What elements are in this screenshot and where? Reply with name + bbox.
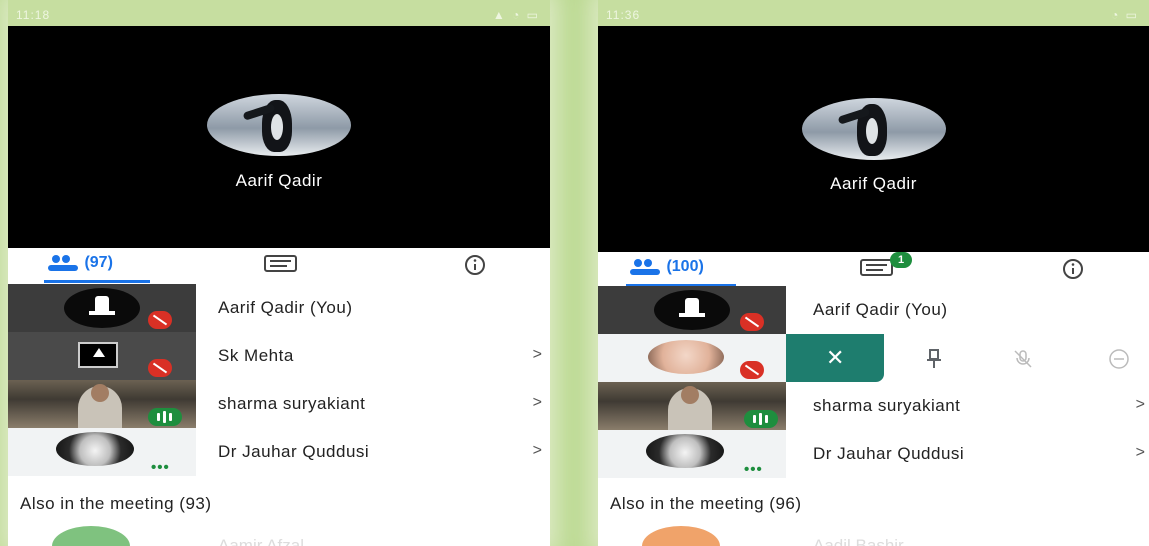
tab-indicator	[44, 280, 150, 283]
participant-tile	[8, 284, 196, 332]
participant-name: sharma suryakiant	[218, 394, 366, 413]
main-avatar	[207, 94, 351, 156]
participant-tile	[8, 332, 196, 380]
speaking-icon	[148, 408, 182, 426]
participant-name: Aarif Qadir (You)	[813, 300, 948, 319]
mic-off-icon	[148, 359, 172, 377]
pin-participant-button[interactable]	[924, 348, 944, 375]
participant-tile: •••	[598, 430, 786, 478]
mute-participant-button[interactable]	[1012, 348, 1034, 375]
participants-count: (100)	[666, 258, 704, 276]
pin-icon	[654, 290, 730, 330]
info-icon	[1063, 259, 1083, 279]
close-actions-button[interactable]: ✕	[786, 334, 884, 382]
speaking-icon	[744, 410, 778, 428]
avatar	[646, 434, 724, 468]
participants-count: (97)	[84, 254, 113, 272]
status-icons: ◔ ▭	[1111, 8, 1139, 22]
chevron-right-icon[interactable]: >	[1136, 396, 1145, 414]
tab-bar: (100) 1	[598, 252, 1149, 288]
avatar	[52, 526, 130, 546]
status-time: 11:36	[606, 8, 641, 22]
more-dots-icon: •••	[151, 459, 170, 476]
avatar	[642, 526, 720, 546]
status-bar: 11:36 ◔ ▭	[598, 0, 1149, 26]
chat-icon	[860, 259, 893, 276]
participant-tile	[598, 286, 786, 334]
participant-row[interactable]: Aarif Qadir (You)	[8, 284, 550, 332]
main-video-name: Aarif Qadir	[830, 174, 917, 193]
participant-name: Aadil Bashir	[813, 536, 904, 546]
tab-people[interactable]: (97)	[46, 254, 113, 280]
participant-name: Dr Jauhar Quddusi	[813, 444, 965, 463]
participant-video	[8, 380, 196, 428]
right-screenshot: 11:36 ◔ ▭ Aarif Qadir (100) 1 Aarif Qadi…	[598, 0, 1149, 546]
list-item[interactable]: Aadil Bashir	[598, 520, 1149, 546]
chat-unread-badge: 1	[890, 252, 912, 268]
pin-icon	[64, 288, 140, 328]
status-icons: ▲ ◔ ▭	[492, 8, 540, 22]
participant-video	[598, 382, 786, 430]
people-icon	[630, 259, 660, 275]
participant-row[interactable]: ••• Dr Jauhar Quddusi >	[598, 430, 1149, 478]
tab-people[interactable]: (100)	[628, 258, 704, 284]
chevron-right-icon[interactable]: >	[533, 346, 542, 364]
status-bar: 11:18 ▲ ◔ ▭	[8, 0, 550, 26]
chat-icon	[264, 255, 297, 272]
tab-info[interactable]	[460, 254, 490, 280]
chevron-right-icon[interactable]: >	[533, 442, 542, 460]
main-video-area: Aarif Qadir	[8, 26, 550, 248]
participant-name: Aamir Afzal	[218, 536, 304, 546]
main-avatar	[801, 98, 946, 160]
participant-action-bar: ✕	[786, 334, 1149, 382]
list-item[interactable]: Aamir Afzal	[8, 520, 550, 546]
participant-row[interactable]: Sk Mehta >	[8, 332, 550, 380]
status-time: 11:18	[16, 8, 51, 22]
mic-off-icon	[1014, 350, 1032, 368]
people-icon	[48, 255, 78, 271]
participant-name: Dr Jauhar Quddusi	[218, 442, 370, 461]
also-in-meeting-header: Also in the meeting (96)	[610, 494, 802, 513]
remove-icon	[1109, 349, 1129, 369]
left-screenshot: 11:18 ▲ ◔ ▭ Aarif Qadir (97) Aarif Qadir…	[8, 0, 550, 546]
main-video-area: Aarif Qadir	[598, 26, 1149, 252]
tab-info[interactable]	[1058, 258, 1088, 284]
participant-row-actions[interactable]: ✕	[598, 334, 1149, 382]
main-video-name: Aarif Qadir	[235, 171, 323, 190]
also-in-meeting-header: Also in the meeting (93)	[20, 494, 212, 513]
participant-name: Sk Mehta	[218, 346, 294, 365]
remove-participant-button[interactable]	[1108, 348, 1130, 375]
participant-row[interactable]: sharma suryakiant >	[8, 380, 550, 428]
mic-off-icon	[740, 361, 764, 379]
close-icon: ✕	[826, 345, 845, 370]
mic-off-icon	[148, 311, 172, 329]
chevron-right-icon[interactable]: >	[1136, 444, 1145, 462]
tab-chat[interactable]: 1	[860, 252, 912, 284]
participant-row[interactable]: Aarif Qadir (You)	[598, 286, 1149, 334]
more-dots-icon: •••	[744, 461, 763, 478]
participant-row[interactable]: sharma suryakiant >	[598, 382, 1149, 430]
participant-tile: •••	[8, 428, 196, 476]
participant-tile	[598, 334, 786, 382]
tab-chat[interactable]	[264, 254, 298, 280]
participant-name: sharma suryakiant	[813, 396, 961, 415]
pin-icon	[927, 349, 941, 368]
participant-row[interactable]: ••• Dr Jauhar Quddusi >	[8, 428, 550, 476]
tab-bar: (97)	[8, 248, 550, 284]
avatar	[56, 432, 134, 466]
avatar	[648, 340, 724, 374]
screen-share-icon	[78, 342, 118, 368]
mic-off-icon	[740, 313, 764, 331]
participant-name: Aarif Qadir (You)	[218, 298, 353, 317]
chevron-right-icon[interactable]: >	[533, 394, 542, 412]
info-icon	[465, 255, 485, 275]
